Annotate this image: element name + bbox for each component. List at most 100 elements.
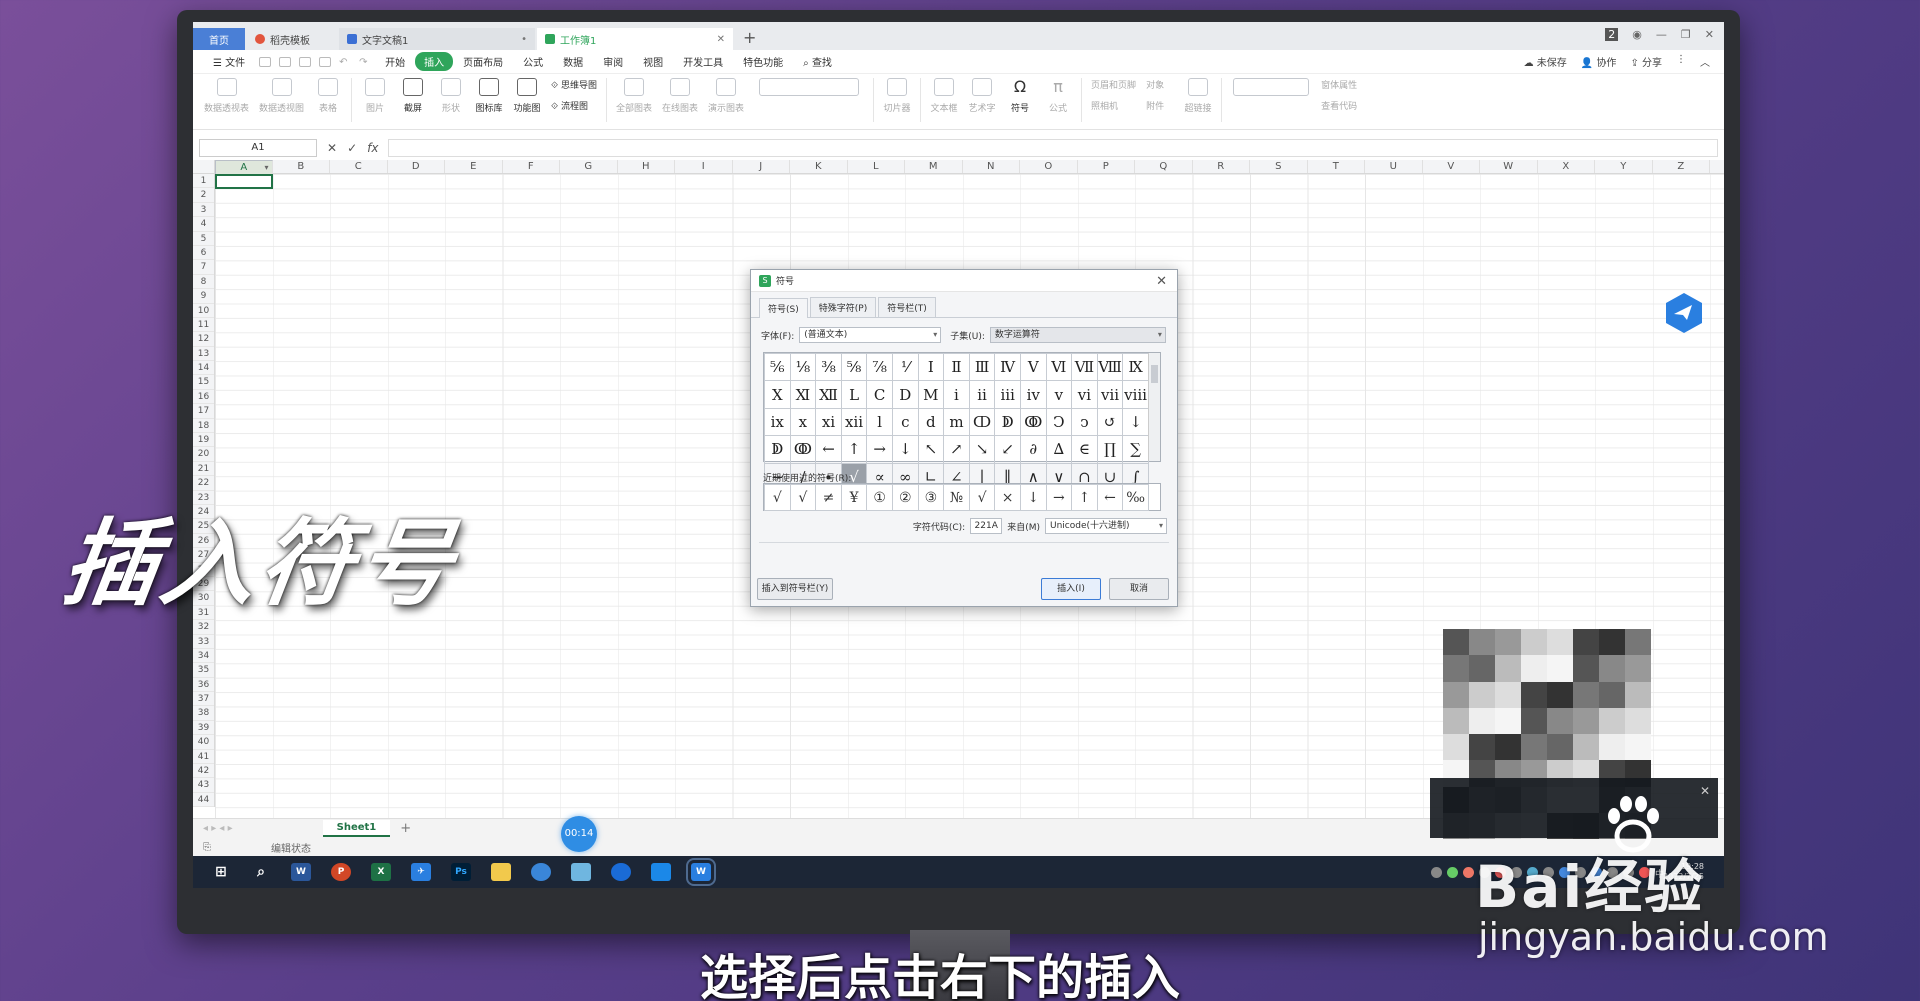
symbol-cell[interactable]: ⅵ <box>1071 380 1098 409</box>
column-header[interactable]: W <box>1480 160 1538 173</box>
column-header[interactable]: T <box>1308 160 1365 173</box>
tab-symbol-bar[interactable]: 符号栏(T) <box>878 297 936 317</box>
row-header[interactable]: 18 <box>193 419 214 434</box>
recent-symbol-cell[interactable]: ② <box>891 484 919 511</box>
object-group[interactable]: 对象 附件 <box>1146 78 1174 112</box>
column-header[interactable]: D <box>388 160 445 173</box>
symbol-cell[interactable]: ⅻ <box>840 407 868 437</box>
export-icon[interactable] <box>279 56 292 67</box>
row-header[interactable]: 35 <box>193 663 214 678</box>
row-header[interactable]: 14 <box>193 361 214 376</box>
shape-button[interactable]: 形状 <box>437 78 465 114</box>
column-header[interactable]: Z <box>1653 160 1710 173</box>
excel-icon[interactable]: X <box>371 863 391 881</box>
close-icon[interactable]: ✕ <box>717 34 725 45</box>
row-header[interactable]: 10 <box>193 304 214 318</box>
add-sheet-button[interactable]: + <box>400 821 411 836</box>
tab-symbols[interactable]: 符号(S) <box>759 298 808 318</box>
font-select[interactable]: (普通文本) <box>799 327 942 343</box>
row-header[interactable]: 3 <box>193 203 214 218</box>
menu-item-insert[interactable]: 插入 <box>415 52 454 71</box>
pivot-table-button[interactable]: 数据透视表 <box>204 78 249 114</box>
symbol-scrollbar[interactable] <box>1148 353 1160 461</box>
symbol-cell[interactable]: ⅝ <box>840 352 868 382</box>
symbol-cell[interactable]: ↓ <box>1122 407 1149 437</box>
row-header[interactable]: 13 <box>193 347 214 362</box>
symbol-cell[interactable]: ↗ <box>943 435 970 464</box>
symbol-button[interactable]: Ω 符号 <box>1006 78 1034 115</box>
symbol-cell[interactable]: Ⅴ <box>1019 352 1047 382</box>
phone-icon[interactable] <box>651 863 671 881</box>
recent-symbol-cell[interactable]: ≠ <box>815 484 842 511</box>
symbol-cell[interactable]: Ⅲ <box>968 352 996 382</box>
recent-symbol-cell[interactable]: ① <box>866 484 893 511</box>
online-chart-button[interactable]: 在线图表 <box>662 78 698 114</box>
row-header[interactable]: 8 <box>193 275 214 290</box>
close-icon[interactable]: • <box>521 34 527 45</box>
symbol-cell[interactable]: ⅷ <box>1122 380 1149 409</box>
recent-symbol-cell[interactable]: → <box>1045 484 1073 511</box>
row-header[interactable]: 33 <box>193 635 214 649</box>
minimize-icon[interactable]: — <box>1656 28 1667 41</box>
symbol-cell[interactable]: Ⅹ <box>764 380 791 409</box>
column-header[interactable]: L <box>848 160 905 173</box>
symbol-cell[interactable]: ∏ <box>1096 435 1124 464</box>
view-code-label[interactable]: 查看代码 <box>1321 99 1357 112</box>
recent-symbol-cell[interactable]: × <box>994 484 1021 511</box>
symbol-cell[interactable]: ↄ <box>1071 407 1098 437</box>
row-header[interactable]: 17 <box>193 404 214 419</box>
save-icon[interactable] <box>259 56 272 67</box>
powerpoint-icon[interactable]: P <box>331 863 351 881</box>
control-props-group[interactable]: 窗体属性 查看代码 <box>1321 78 1357 112</box>
table-button[interactable]: 表格 <box>314 78 342 114</box>
symbol-cell[interactable]: Ⅽ <box>866 380 893 409</box>
symbol-cell[interactable]: ⅽ <box>891 407 919 437</box>
row-header[interactable]: 43 <box>193 778 214 793</box>
wechat-icon[interactable] <box>1446 866 1458 878</box>
symbol-cell[interactable]: ↂ <box>1019 407 1047 437</box>
row-header[interactable]: 44 <box>193 793 214 808</box>
symbol-cell[interactable]: Ↄ <box>1045 407 1073 437</box>
symbol-cell[interactable]: ⅳ <box>1019 380 1047 409</box>
row-header[interactable]: 20 <box>193 447 214 462</box>
symbol-cell[interactable]: ↖ <box>917 435 945 464</box>
symbol-cell[interactable]: ∆ <box>1045 435 1073 464</box>
attachment-label[interactable]: 附件 <box>1146 99 1164 112</box>
symbol-cell[interactable]: Ⅻ <box>815 380 842 409</box>
hyperlink-button[interactable]: 超链接 <box>1184 78 1212 114</box>
row-header[interactable]: 12 <box>193 332 214 347</box>
column-header[interactable]: Q <box>1135 160 1193 173</box>
row-header[interactable]: 4 <box>193 217 214 232</box>
symbol-cell[interactable]: Ⅵ <box>1045 352 1073 382</box>
tray-icon[interactable] <box>1430 866 1442 878</box>
symbol-cell[interactable]: ↘ <box>968 435 996 464</box>
tab-sheet[interactable]: 工作簿1 ✕ <box>537 28 733 50</box>
window-count-badge[interactable]: 2 <box>1605 28 1619 41</box>
form-controls-group[interactable] <box>1231 78 1311 101</box>
cancel-formula-icon[interactable]: ✕ <box>327 141 337 155</box>
row-header[interactable]: 5 <box>193 232 214 246</box>
row-header[interactable]: 40 <box>193 735 214 750</box>
screenshot-button[interactable]: 截屏 <box>399 78 427 114</box>
tray-icon[interactable] <box>1462 866 1474 878</box>
close-icon[interactable]: ✕ <box>1700 784 1710 798</box>
row-header[interactable]: 38 <box>193 706 214 721</box>
print-icon[interactable] <box>299 56 312 67</box>
symbol-cell[interactable]: ↙ <box>994 435 1021 464</box>
symbol-cell[interactable]: ↺ <box>1096 407 1124 437</box>
row-header[interactable]: 2 <box>193 188 214 203</box>
symbol-cell[interactable]: ⅹ <box>789 407 817 437</box>
row-header[interactable]: 37 <box>193 692 214 707</box>
menu-item-features[interactable]: 特色功能 <box>733 52 793 71</box>
equation-button[interactable]: π 公式 <box>1044 78 1072 115</box>
folder-icon[interactable] <box>491 863 511 881</box>
recent-symbol-cell[interactable]: ↓ <box>1019 484 1047 511</box>
column-header[interactable]: M <box>905 160 963 173</box>
symbol-cell[interactable]: ∈ <box>1071 435 1098 464</box>
sheet-tab[interactable]: Sheet1 <box>322 820 391 837</box>
recent-symbol-cell[interactable]: ¥ <box>840 484 868 511</box>
subset-select[interactable]: 数字运算符 <box>989 327 1166 343</box>
row-header[interactable]: 16 <box>193 390 214 405</box>
sheet-nav-icons[interactable]: ◂ ▸ ◂ ▸ <box>203 823 233 834</box>
recent-symbol-cell[interactable]: ③ <box>917 484 945 511</box>
